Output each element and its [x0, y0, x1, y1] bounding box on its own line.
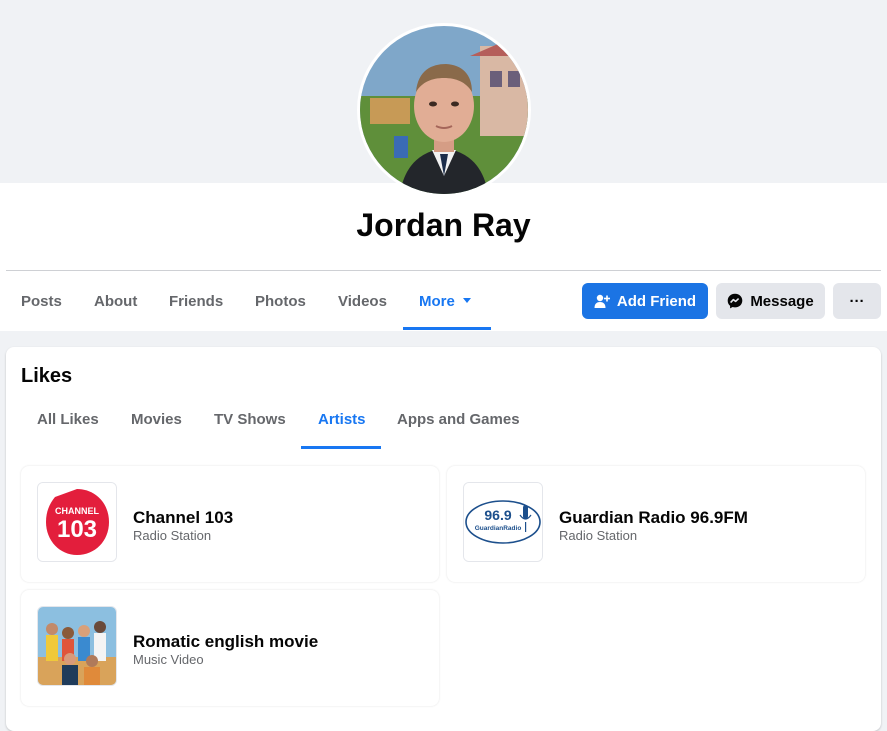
- message-label: Message: [750, 292, 814, 310]
- item-name[interactable]: Romatic english movie: [133, 632, 318, 652]
- tab-apps-and-games[interactable]: Apps and Games: [397, 403, 520, 449]
- person-plus-icon: [594, 293, 610, 309]
- list-item[interactable]: CHANNEL 103 Channel 103 Radio Station: [21, 466, 439, 582]
- svg-text:GuardianRadio: GuardianRadio: [475, 525, 522, 532]
- guardian-radio-logo[interactable]: 96.9 GuardianRadio: [463, 482, 543, 562]
- tab-more-label: More: [419, 293, 455, 310]
- profile-picture[interactable]: [357, 23, 531, 197]
- tab-artists[interactable]: Artists: [318, 403, 366, 449]
- tab-photos[interactable]: Photos: [255, 283, 306, 331]
- tab-movies[interactable]: Movies: [131, 403, 182, 449]
- likes-title: Likes: [21, 365, 73, 387]
- messenger-icon: [727, 293, 743, 309]
- svg-text:96.9: 96.9: [484, 507, 511, 523]
- list-item[interactable]: 96.9 GuardianRadio Guardian Radio 96.9FM…: [447, 466, 865, 582]
- tab-friends[interactable]: Friends: [169, 283, 223, 331]
- channel-103-logo[interactable]: CHANNEL 103: [37, 482, 117, 562]
- svg-text:CHANNEL: CHANNEL: [55, 506, 100, 516]
- item-name[interactable]: Channel 103: [133, 508, 233, 528]
- tab-tv-shows[interactable]: TV Shows: [214, 403, 286, 449]
- item-category: Radio Station: [133, 528, 212, 543]
- profile-name: Jordan Ray: [356, 207, 531, 243]
- tab-more[interactable]: More: [419, 283, 471, 331]
- tab-posts[interactable]: Posts: [21, 283, 62, 331]
- avatar[interactable]: [360, 26, 528, 194]
- avatar-image: [360, 26, 528, 194]
- item-name[interactable]: Guardian Radio 96.9FM: [559, 508, 748, 528]
- active-tab-indicator: [403, 327, 491, 330]
- svg-text:103: 103: [57, 516, 97, 543]
- active-subtab-indicator: [301, 446, 381, 449]
- message-button[interactable]: Message: [716, 283, 825, 319]
- likes-section: Likes All Likes Movies TV Shows Artists …: [6, 347, 881, 731]
- movie-thumbnail[interactable]: [37, 606, 117, 686]
- tab-all-likes[interactable]: All Likes: [37, 403, 99, 449]
- more-options-button[interactable]: ···: [833, 283, 881, 319]
- item-category: Radio Station: [559, 528, 638, 543]
- ellipsis-icon: ···: [849, 292, 865, 310]
- add-friend-label: Add Friend: [616, 292, 697, 310]
- header-divider: [6, 270, 881, 271]
- caret-down-icon: [462, 297, 471, 303]
- tab-videos[interactable]: Videos: [338, 283, 387, 331]
- add-friend-button[interactable]: Add Friend: [582, 283, 708, 319]
- tab-about[interactable]: About: [94, 283, 137, 331]
- item-category: Music Video: [133, 652, 204, 667]
- list-item[interactable]: Romatic english movie Music Video: [21, 590, 439, 706]
